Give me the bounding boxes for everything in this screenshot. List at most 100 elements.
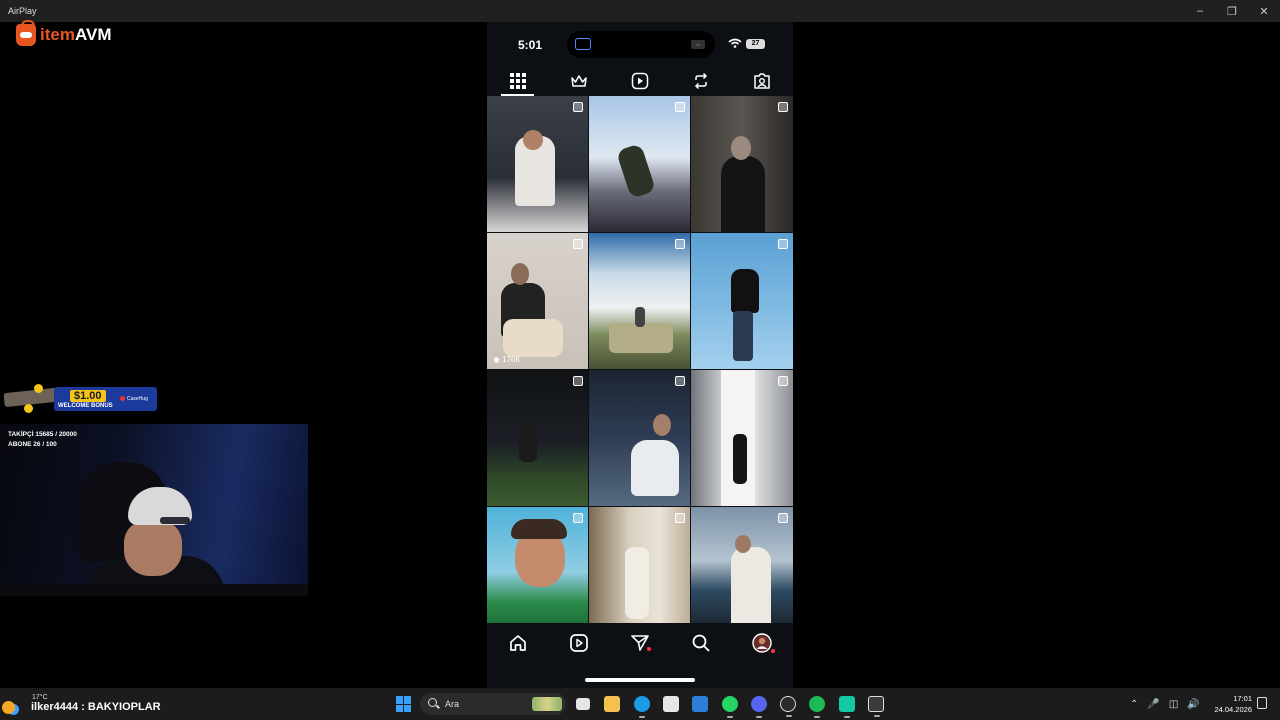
itemavm-logo: itemAVM	[16, 20, 112, 48]
promo-amount: $1.00	[70, 390, 106, 402]
network-icon[interactable]: ◫	[1169, 699, 1178, 710]
reels-icon	[631, 72, 649, 90]
whatsapp-icon[interactable]	[722, 696, 738, 718]
grid-post[interactable]	[691, 507, 793, 623]
taskbar-search[interactable]: Ara	[420, 693, 566, 715]
grid-post[interactable]	[589, 233, 690, 369]
streamer-cap	[128, 487, 192, 525]
tab-crown[interactable]	[548, 66, 609, 96]
nav-search[interactable]	[671, 633, 732, 653]
clock-time: 17:01	[1233, 694, 1252, 703]
grid-post[interactable]: ◉ 176K	[487, 233, 588, 369]
carousel-icon	[778, 239, 788, 249]
chevron-up-icon[interactable]: ⌃	[1130, 699, 1138, 710]
eye-icon: ◉	[493, 355, 500, 364]
wifi-icon	[728, 38, 742, 48]
windows-start-icon[interactable]	[396, 696, 412, 712]
notification-center-icon[interactable]	[1257, 697, 1267, 709]
edge-icon[interactable]	[634, 696, 650, 718]
tab-posts-grid[interactable]	[487, 66, 548, 96]
reels-icon	[569, 634, 588, 652]
grid-post[interactable]	[691, 233, 793, 369]
close-button[interactable]: ✕	[1248, 0, 1280, 22]
carousel-icon	[778, 513, 788, 523]
grid-post[interactable]	[487, 370, 588, 506]
crown-icon	[571, 75, 587, 87]
home-indicator[interactable]	[585, 678, 695, 682]
clock-date: 24.04.2026	[1214, 705, 1252, 714]
nav-messages[interactable]	[609, 633, 670, 653]
grid-post[interactable]	[691, 370, 793, 506]
file-explorer-icon[interactable]	[604, 696, 620, 712]
search-highlight-image	[532, 697, 562, 711]
repost-icon	[695, 72, 708, 90]
window-title: AirPlay	[8, 6, 37, 16]
volume-icon[interactable]: 🔊	[1187, 699, 1199, 710]
notification-dot	[647, 647, 652, 651]
discord-icon[interactable]	[751, 696, 767, 718]
grid-icon	[509, 73, 526, 89]
appletv-icon: tv	[691, 40, 705, 49]
carousel-icon	[573, 102, 583, 112]
dynamic-island: tv	[567, 31, 715, 58]
task-view-icon[interactable]	[576, 698, 590, 710]
carousel-icon	[573, 513, 583, 523]
airplay-app-icon[interactable]	[868, 696, 884, 717]
battery-indicator: 27	[746, 39, 765, 49]
weather-icon	[2, 700, 15, 714]
coin-icon	[34, 384, 43, 393]
promo-banner: $1.00 WELCOME BONUS CaseHug	[3, 384, 157, 414]
grid-post[interactable]	[589, 507, 690, 623]
spotify-icon[interactable]	[809, 696, 825, 718]
grid-post[interactable]	[691, 96, 793, 232]
logo-text-part1: item	[40, 25, 75, 44]
bottom-navigation	[487, 623, 793, 663]
grid-post[interactable]	[487, 96, 588, 232]
carousel-icon	[675, 239, 685, 249]
chat-overlay: 17°C ilker4444 : BAKYIOPLAR	[2, 694, 161, 720]
carousel-icon	[675, 376, 685, 386]
obs-icon[interactable]	[780, 696, 796, 717]
status-bar: 5:01 tv 27	[487, 22, 793, 66]
carousel-icon	[675, 102, 685, 112]
carousel-icon	[778, 376, 788, 386]
grid-post[interactable]	[487, 507, 588, 623]
nav-profile[interactable]	[732, 633, 793, 653]
status-time: 5:01	[518, 38, 543, 52]
grid-post[interactable]	[589, 370, 690, 506]
profile-avatar	[752, 633, 773, 653]
minimize-button[interactable]: –	[1184, 0, 1216, 22]
search-icon	[428, 698, 437, 707]
carousel-icon	[573, 376, 583, 386]
tab-reposts[interactable]	[671, 66, 732, 96]
tab-reels[interactable]	[609, 66, 670, 96]
desk	[0, 584, 308, 596]
carousel-icon	[675, 513, 685, 523]
phone-screen: 5:01 tv 27 ◉ 176K	[487, 22, 793, 688]
reel-icon	[573, 239, 583, 249]
logo-text-part2: AVM	[74, 25, 112, 44]
store-icon[interactable]	[663, 696, 679, 712]
weather-temp: 17°C	[32, 694, 48, 701]
app-icon[interactable]	[839, 696, 855, 718]
windows-taskbar: Ara ⌃ 🎤 ◫ 🔊 17:01 24.04.2026	[0, 688, 1280, 720]
tagged-icon	[754, 73, 771, 89]
grid-post[interactable]	[589, 96, 690, 232]
taskbar-clock[interactable]: 17:01 24.04.2026	[1210, 693, 1252, 715]
profile-tabs	[487, 66, 793, 96]
nav-home[interactable]	[487, 633, 548, 653]
outlook-icon[interactable]	[692, 696, 708, 712]
system-tray: ⌃ 🎤 ◫ 🔊	[1130, 696, 1200, 712]
stream-goals: TAKİPÇİ 15685 / 20000 ABONE 26 / 100	[8, 430, 77, 450]
nav-reels[interactable]	[548, 633, 609, 653]
coin-icon	[24, 404, 33, 413]
streamer-face	[124, 520, 182, 576]
microphone-icon[interactable]: 🎤	[1147, 699, 1159, 710]
maximize-button[interactable]: ❐	[1216, 0, 1248, 22]
view-count-value: 176K	[501, 355, 521, 364]
follower-goal: TAKİPÇİ 15685 / 20000	[8, 431, 77, 438]
promo-label: WELCOME BONUS	[58, 403, 113, 409]
tab-tagged[interactable]	[732, 66, 793, 96]
search-icon	[692, 634, 710, 652]
notification-dot	[770, 648, 775, 653]
